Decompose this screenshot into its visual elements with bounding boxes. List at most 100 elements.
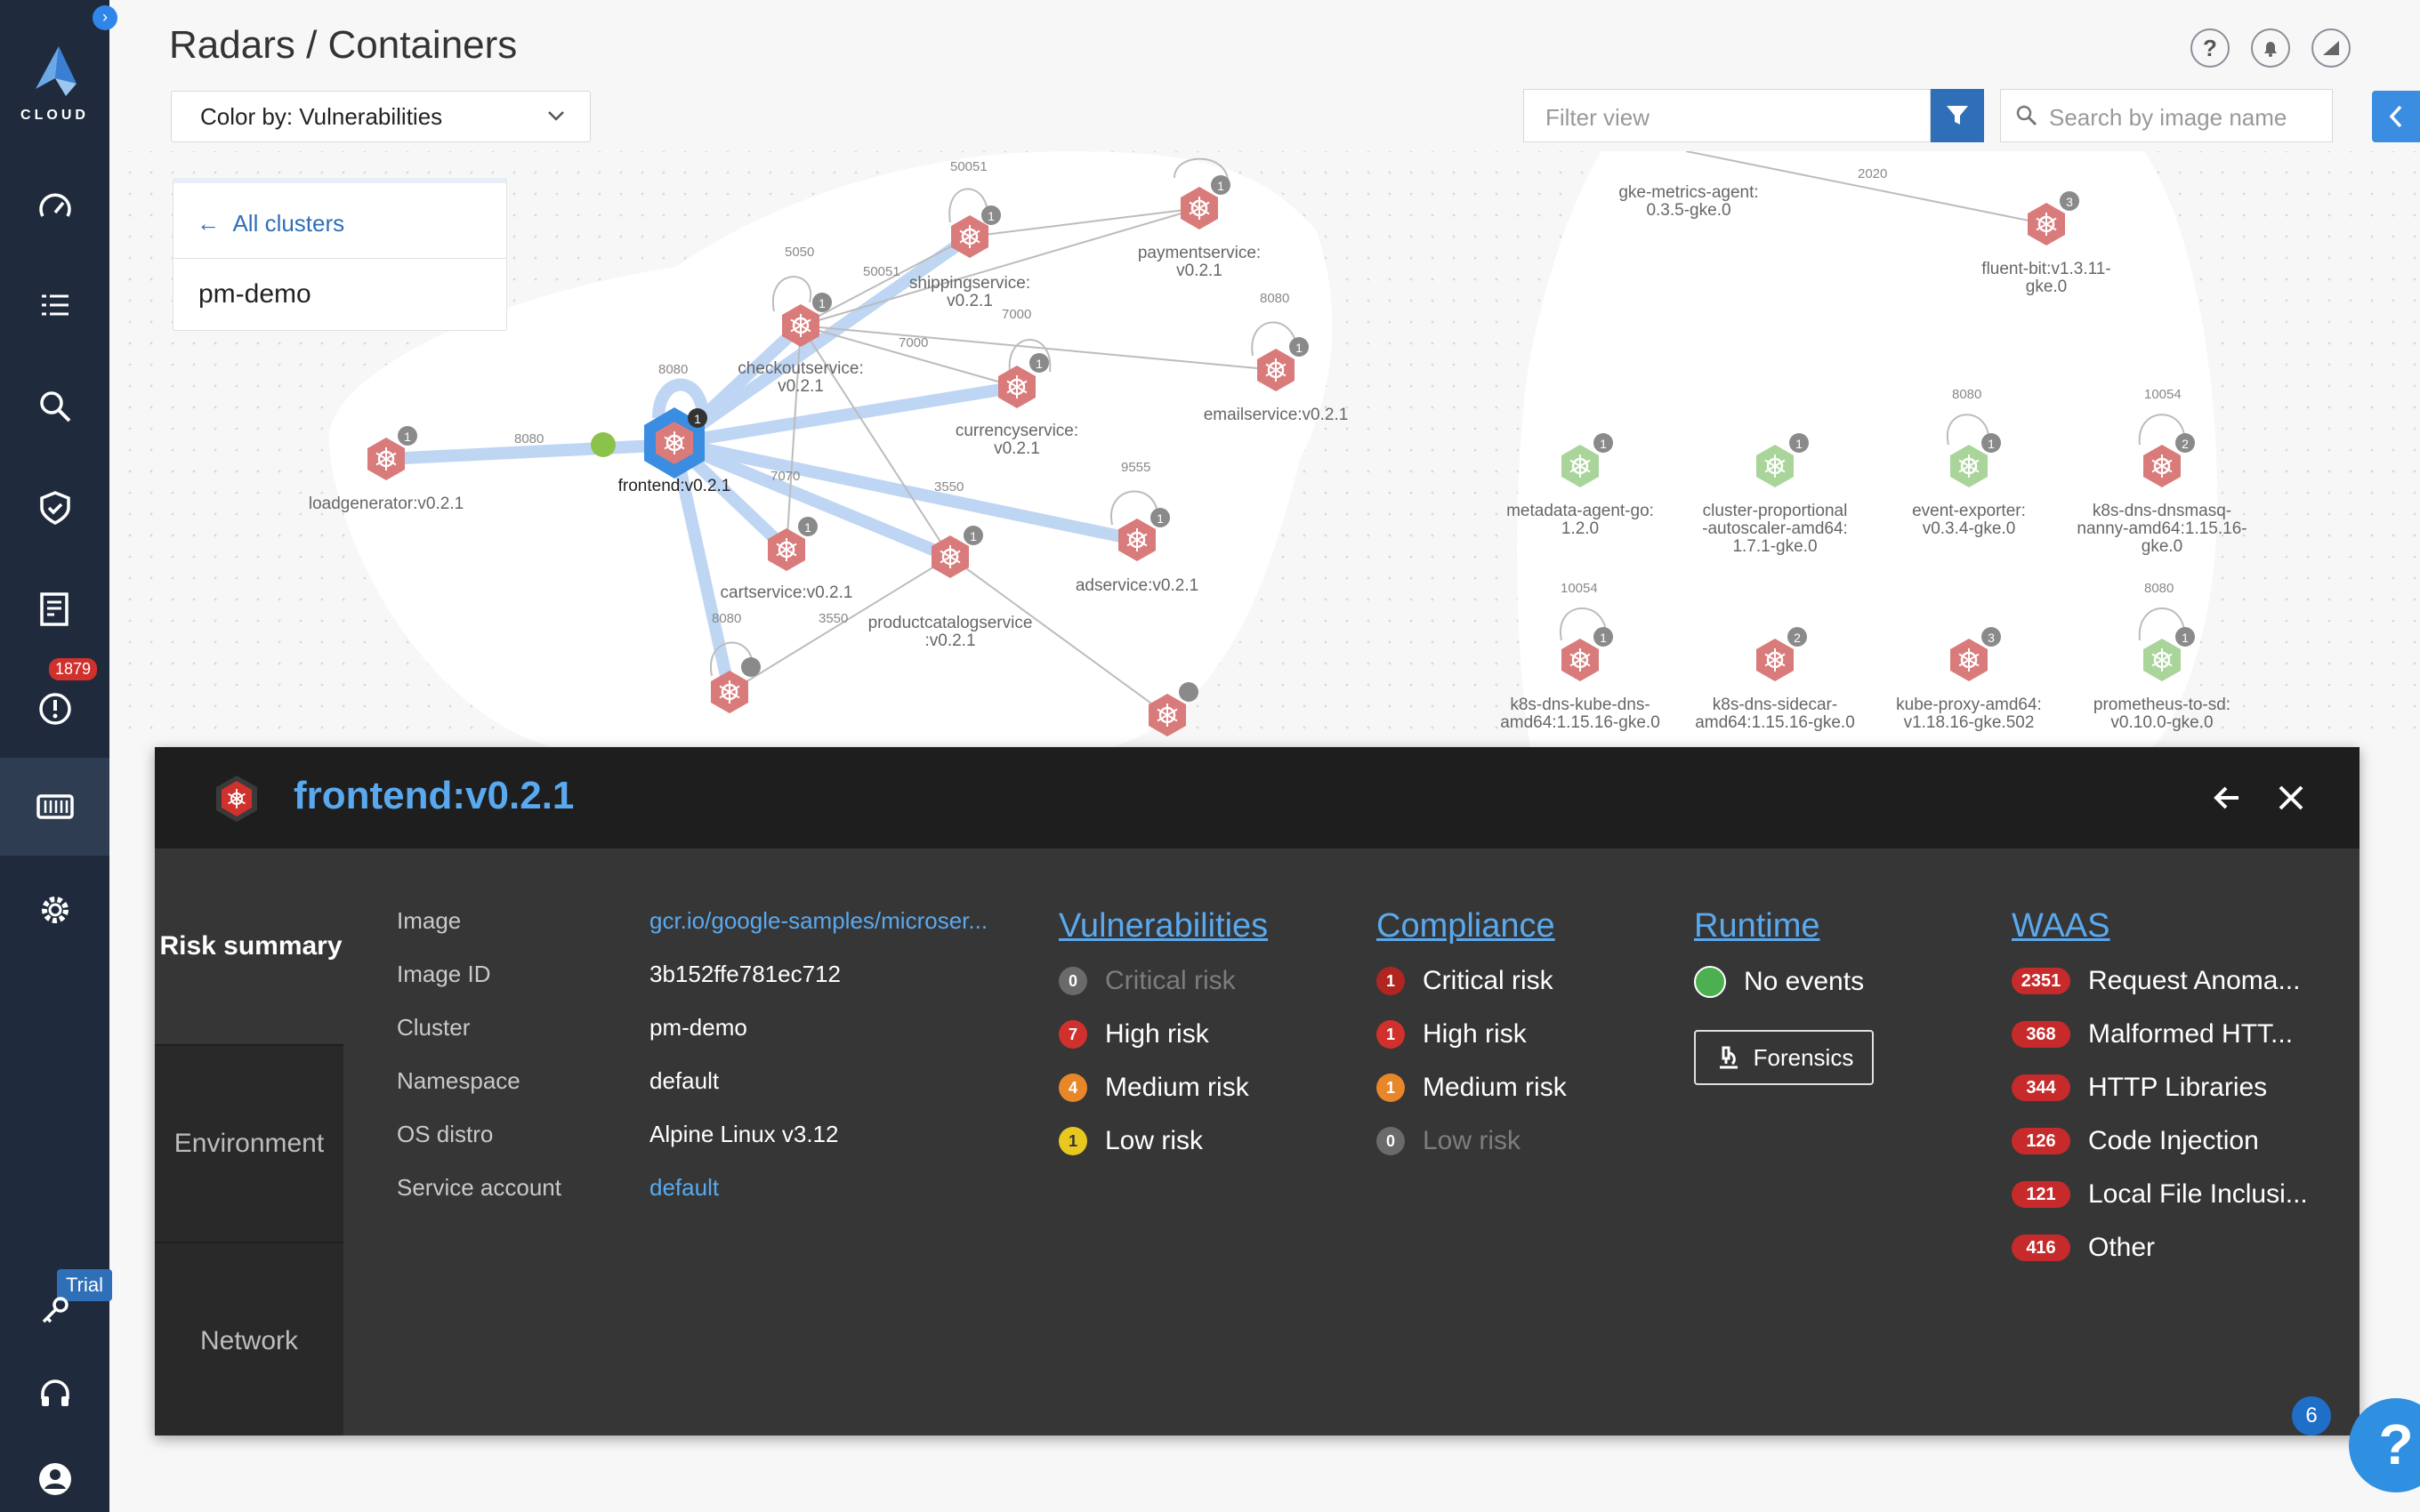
- waas-row[interactable]: 126 Code Injection: [2012, 1126, 2259, 1156]
- vulnerabilities-heading[interactable]: Vulnerabilities: [1059, 907, 1268, 945]
- count-badge: 368: [2012, 1021, 2070, 1048]
- runtime-heading[interactable]: Runtime: [1694, 907, 1820, 945]
- tab-environment[interactable]: Environment: [155, 1046, 343, 1242]
- filter-view-input[interactable]: Filter view: [1523, 89, 1931, 142]
- port-label: 50051: [863, 264, 900, 279]
- runtime-status: No events: [1744, 967, 1865, 996]
- port-label: 8080: [1952, 387, 1981, 402]
- image-value-link[interactable]: gcr.io/google-samples/microser...: [649, 907, 988, 935]
- node-count: 1: [2182, 631, 2189, 645]
- waas-row[interactable]: 416 Other: [2012, 1233, 2155, 1263]
- cluster-card: ← All clusters pm-demo: [173, 178, 507, 331]
- sidebar-item-radars[interactable]: [0, 256, 109, 354]
- cluster-label: Cluster: [397, 1014, 471, 1041]
- panel-header: frontend:v0.2.1: [155, 747, 2360, 848]
- vuln-critical-row[interactable]: 0 Critical risk: [1059, 966, 1236, 996]
- count-badge: 1: [1376, 1074, 1405, 1102]
- logo: CLOUD: [0, 44, 109, 124]
- status-ok-icon: [1694, 966, 1726, 998]
- waas-row[interactable]: 344 HTTP Libraries: [2012, 1073, 2267, 1103]
- logo-text: CLOUD: [20, 108, 89, 123]
- color-by-select[interactable]: Color by: Vulnerabilities: [171, 91, 591, 142]
- chart-icon[interactable]: [2311, 28, 2351, 68]
- sidebar-item-dashboard[interactable]: [0, 158, 109, 256]
- gear-icon: [41, 897, 69, 923]
- alerts-badge: 1879: [49, 658, 98, 680]
- sidebar-item-compliance[interactable]: [0, 560, 109, 658]
- node-count: 1: [988, 209, 995, 223]
- count-badge: 416: [2012, 1235, 2070, 1261]
- waas-row[interactable]: 121 Local File Inclusi...: [2012, 1179, 2308, 1210]
- waas-heading[interactable]: WAAS: [2012, 907, 2110, 945]
- ingress-icon[interactable]: [591, 432, 616, 457]
- node-count: 1: [1036, 357, 1043, 371]
- image-search-input[interactable]: Search by image name: [2000, 89, 2333, 142]
- back-arrow-icon[interactable]: [2212, 783, 2242, 813]
- node-label: loadgenerator:v0.2.1: [309, 495, 464, 513]
- compliance-low-row[interactable]: 0 Low risk: [1376, 1126, 1521, 1156]
- node-count: 1: [804, 520, 811, 535]
- row-label: Medium risk: [1105, 1073, 1249, 1102]
- all-clusters-label: All clusters: [232, 210, 345, 237]
- compliance-critical-row[interactable]: 1 Critical risk: [1376, 966, 1553, 996]
- forensics-button[interactable]: Forensics: [1694, 1030, 1874, 1085]
- compliance-medium-row[interactable]: 1 Medium risk: [1376, 1073, 1567, 1103]
- count-badge: 7: [1059, 1020, 1087, 1049]
- sidebar-item-license[interactable]: [0, 1261, 109, 1359]
- vuln-high-row[interactable]: 7 High risk: [1059, 1019, 1209, 1050]
- sidebar-item-search[interactable]: [0, 358, 109, 455]
- help-icon[interactable]: ?: [2190, 28, 2230, 68]
- node-count: 1: [404, 430, 411, 444]
- filter-button[interactable]: [1931, 89, 1984, 142]
- close-icon[interactable]: [2276, 783, 2306, 813]
- port-label: 8080: [1260, 291, 1289, 306]
- chevron-left-icon: [2389, 105, 2402, 128]
- os-distro-label: OS distro: [397, 1121, 494, 1147]
- count-badge: 126: [2012, 1128, 2070, 1154]
- vuln-medium-row[interactable]: 4 Medium risk: [1059, 1073, 1249, 1103]
- runtime-status-row: No events: [1694, 966, 1864, 998]
- port-label: 2020: [1858, 166, 1887, 181]
- port-label: 8080: [658, 362, 688, 377]
- service-account-link[interactable]: default: [649, 1174, 719, 1202]
- row-label: Critical risk: [1423, 966, 1553, 995]
- bell-icon[interactable]: [2251, 28, 2290, 68]
- port-label: 50051: [950, 159, 988, 174]
- checklist-icon: [41, 294, 69, 316]
- all-clusters-link[interactable]: ← All clusters: [197, 210, 344, 237]
- panel-tabs: Risk summary Environment Network: [155, 848, 347, 1439]
- node-label: emailservice:v0.2.1: [1204, 406, 1349, 424]
- port-label: 5050: [785, 245, 814, 260]
- compliance-high-row[interactable]: 1 High risk: [1376, 1019, 1527, 1050]
- sidebar-item-containers[interactable]: [0, 758, 109, 856]
- port-label: 7000: [1002, 307, 1031, 322]
- waas-row[interactable]: 368 Malformed HTT...: [2012, 1019, 2293, 1050]
- node-count: 3: [1988, 631, 1995, 645]
- vuln-low-row[interactable]: 1 Low risk: [1059, 1126, 1203, 1156]
- node-count: 1: [1295, 341, 1303, 355]
- namespace-kube-system-area: [1517, 151, 2217, 747]
- sidebar-item-profile[interactable]: [0, 1430, 109, 1512]
- expand-sidebar-button[interactable]: ›: [93, 5, 117, 30]
- port-label: 9555: [1121, 460, 1150, 475]
- node-count: 1: [1600, 631, 1607, 645]
- document-check-icon: [39, 592, 69, 626]
- tab-network[interactable]: Network: [155, 1243, 343, 1439]
- node-label: k8s-dns-sidecar-amd64:1.15.16-gke.0: [1695, 696, 1855, 732]
- port-label: 10054: [1561, 581, 1598, 596]
- waas-row[interactable]: 2351 Request Anoma...: [2012, 966, 2300, 996]
- port-label: 3550: [934, 479, 964, 495]
- image-label: Image: [397, 907, 462, 934]
- compliance-heading[interactable]: Compliance: [1376, 907, 1555, 945]
- tab-risk-summary[interactable]: Risk summary: [155, 848, 347, 1044]
- collapse-panel-button[interactable]: [2372, 91, 2420, 142]
- cluster-name: pm-demo: [198, 279, 311, 309]
- count-badge: 0: [1376, 1127, 1405, 1155]
- row-label: Other: [2088, 1233, 2156, 1262]
- sidebar-item-manage[interactable]: [0, 861, 109, 959]
- row-label: Low risk: [1105, 1126, 1204, 1155]
- port-label: 8080: [514, 431, 544, 446]
- help-chat-button[interactable]: ?: [2349, 1398, 2420, 1492]
- sidebar-item-defend[interactable]: [0, 459, 109, 557]
- shield-check-icon: [39, 491, 70, 525]
